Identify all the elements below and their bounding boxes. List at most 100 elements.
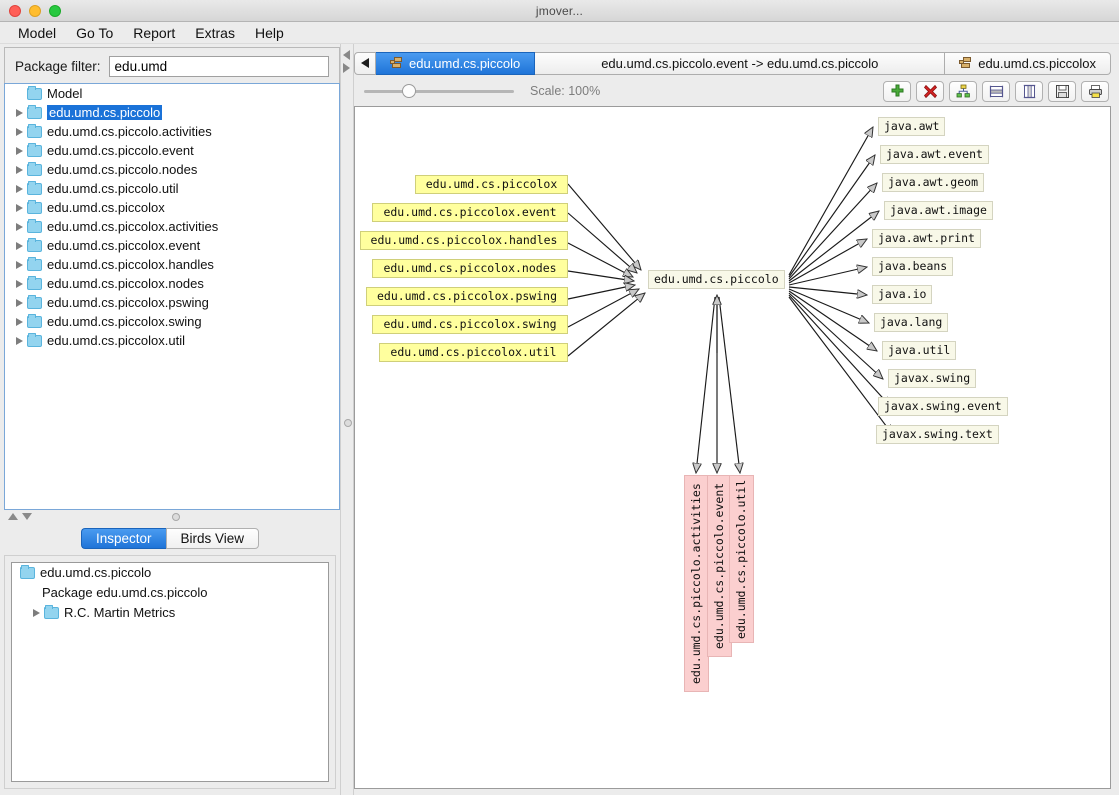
diagram-node-incoming-6[interactable]: edu.umd.cs.piccolox.util: [379, 343, 568, 362]
expand-toggle[interactable]: [28, 608, 44, 617]
menu-help[interactable]: Help: [245, 24, 294, 42]
folder-icon: [27, 161, 42, 176]
tree-item-7[interactable]: edu.umd.cs.piccolox.event: [5, 236, 339, 255]
splitter-dot[interactable]: [344, 419, 352, 427]
diagram-node-incoming-0[interactable]: edu.umd.cs.piccolox: [415, 175, 568, 194]
expand-toggle[interactable]: [11, 336, 27, 345]
printer-icon: [1088, 84, 1102, 98]
expand-toggle[interactable]: [11, 241, 27, 250]
chevron-right-icon: [15, 317, 23, 326]
expand-toggle[interactable]: [11, 165, 27, 174]
folder-icon: [20, 564, 35, 579]
add-button[interactable]: [883, 80, 911, 102]
tree-root-model[interactable]: Model: [5, 84, 339, 103]
inspector-content[interactable]: edu.umd.cs.piccolo Package edu.umd.cs.pi…: [11, 561, 329, 782]
tree-item-10[interactable]: edu.umd.cs.piccolox.pswing: [5, 293, 339, 312]
expand-toggle[interactable]: [11, 127, 27, 136]
diagram-node-outgoing-2[interactable]: java.awt.geom: [882, 173, 985, 192]
tree-item-12[interactable]: edu.umd.cs.piccolox.util: [5, 331, 339, 350]
tab-piccolox[interactable]: edu.umd.cs.piccolox: [945, 51, 1111, 75]
folder-icon: [27, 104, 42, 119]
tree-item-label: edu.umd.cs.piccolox.util: [47, 333, 186, 348]
diagram-node-outgoing-11[interactable]: javax.swing.text: [876, 425, 999, 444]
expand-toggle[interactable]: [11, 279, 27, 288]
vertical-layout-button[interactable]: [1015, 80, 1043, 102]
menu-report[interactable]: Report: [123, 24, 185, 42]
diagram-node-outgoing-6[interactable]: java.io: [872, 285, 933, 304]
delete-button[interactable]: [916, 80, 944, 102]
tab-inspector[interactable]: Inspector: [80, 527, 166, 549]
tree-item-5[interactable]: edu.umd.cs.piccolox: [5, 198, 339, 217]
diagram-node-outgoing-9[interactable]: javax.swing: [888, 369, 977, 388]
menu-goto[interactable]: Go To: [66, 24, 123, 42]
splitter-dot[interactable]: [172, 512, 180, 521]
chevron-right-icon: [15, 146, 23, 155]
inspector-row-package[interactable]: edu.umd.cs.piccolo: [12, 563, 328, 583]
expand-toggle[interactable]: [11, 298, 27, 307]
tree-item-0[interactable]: edu.umd.cs.piccolo: [5, 103, 339, 122]
diagram-canvas[interactable]: edu.umd.cs.piccolo edu.umd.cs.piccolox e…: [354, 106, 1111, 789]
vertical-splitter[interactable]: [340, 44, 354, 795]
expand-toggle[interactable]: [11, 146, 27, 155]
horizontal-layout-button[interactable]: [982, 80, 1010, 102]
tree-item-9[interactable]: edu.umd.cs.piccolox.nodes: [5, 274, 339, 293]
diagram-node-outgoing-7[interactable]: java.lang: [874, 313, 949, 332]
menu-bar: Model Go To Report Extras Help: [0, 22, 1119, 44]
folder-icon: [27, 294, 42, 309]
hierarchy-icon: [956, 84, 970, 97]
tab-birds-view[interactable]: Birds View: [165, 527, 260, 549]
horizontal-layout-icon: [989, 85, 1003, 97]
tab-piccolo-event-dependency[interactable]: edu.umd.cs.piccolo.event -> edu.umd.cs.p…: [535, 51, 946, 75]
diagram-node-outgoing-8[interactable]: java.util: [882, 341, 957, 360]
splitter-collapse-right-icon[interactable]: [343, 63, 350, 73]
chevron-right-icon: [15, 127, 23, 136]
splitter-collapse-left-icon[interactable]: [343, 50, 350, 60]
inspector-row-metrics[interactable]: R.C. Martin Metrics: [12, 603, 328, 623]
hierarchy-layout-button[interactable]: [949, 80, 977, 102]
chevron-right-icon: [15, 241, 23, 250]
tab-piccolo[interactable]: edu.umd.cs.piccolo: [376, 51, 536, 75]
diagram-node-incoming-5[interactable]: edu.umd.cs.piccolox.swing: [372, 315, 568, 334]
collapse-down-icon[interactable]: [22, 513, 32, 520]
tree-splitter-handle[interactable]: [4, 509, 340, 524]
menu-model[interactable]: Model: [8, 24, 66, 42]
diagram-node-incoming-1[interactable]: edu.umd.cs.piccolox.event: [372, 203, 568, 222]
diagram-node-incoming-3[interactable]: edu.umd.cs.piccolox.nodes: [372, 259, 568, 278]
tree-item-label: edu.umd.cs.piccolox.nodes: [47, 276, 204, 291]
slider-knob[interactable]: [402, 84, 416, 98]
diagram-node-outgoing-0[interactable]: java.awt: [878, 117, 946, 136]
expand-toggle[interactable]: [11, 184, 27, 193]
expand-toggle[interactable]: [11, 317, 27, 326]
diagram-node-center[interactable]: edu.umd.cs.piccolo: [648, 270, 785, 289]
expand-toggle[interactable]: [11, 222, 27, 231]
print-button[interactable]: [1081, 80, 1109, 102]
scale-slider[interactable]: [364, 84, 514, 98]
tree-item-4[interactable]: edu.umd.cs.piccolo.util: [5, 179, 339, 198]
menu-extras[interactable]: Extras: [185, 24, 245, 42]
diagram-node-bottom-0[interactable]: edu.umd.cs.piccolo.activities: [684, 475, 709, 692]
tree-item-11[interactable]: edu.umd.cs.piccolox.swing: [5, 312, 339, 331]
diagram-node-outgoing-1[interactable]: java.awt.event: [880, 145, 989, 164]
diagram-node-bottom-2[interactable]: edu.umd.cs.piccolo.util: [729, 475, 754, 643]
tree-item-8[interactable]: edu.umd.cs.piccolox.handles: [5, 255, 339, 274]
tree-item-2[interactable]: edu.umd.cs.piccolo.event: [5, 141, 339, 160]
tab-scroll-back-button[interactable]: [354, 51, 376, 75]
diagram-node-outgoing-3[interactable]: java.awt.image: [884, 201, 993, 220]
save-button[interactable]: [1048, 80, 1076, 102]
tree-item-1[interactable]: edu.umd.cs.piccolo.activities: [5, 122, 339, 141]
diagram-node-outgoing-4[interactable]: java.awt.print: [872, 229, 981, 248]
tree-item-3[interactable]: edu.umd.cs.piccolo.nodes: [5, 160, 339, 179]
diagram-node-incoming-2[interactable]: edu.umd.cs.piccolox.handles: [360, 231, 568, 250]
expand-toggle[interactable]: [11, 260, 27, 269]
package-filter-input[interactable]: [108, 56, 329, 77]
diagram-tab-bar: edu.umd.cs.piccolo edu.umd.cs.piccolo.ev…: [354, 50, 1111, 76]
package-tree[interactable]: Model edu.umd.cs.piccolo edu.umd.cs.picc…: [4, 83, 340, 510]
tree-item-6[interactable]: edu.umd.cs.piccolox.activities: [5, 217, 339, 236]
diagram-node-outgoing-10[interactable]: javax.swing.event: [878, 397, 1008, 416]
collapse-up-icon[interactable]: [8, 513, 18, 520]
expand-toggle[interactable]: [11, 203, 27, 212]
diagram-node-incoming-4[interactable]: edu.umd.cs.piccolox.pswing: [366, 287, 568, 306]
toolbar-buttons: [883, 80, 1109, 102]
diagram-node-outgoing-5[interactable]: java.beans: [872, 257, 954, 276]
expand-toggle[interactable]: [11, 108, 27, 117]
